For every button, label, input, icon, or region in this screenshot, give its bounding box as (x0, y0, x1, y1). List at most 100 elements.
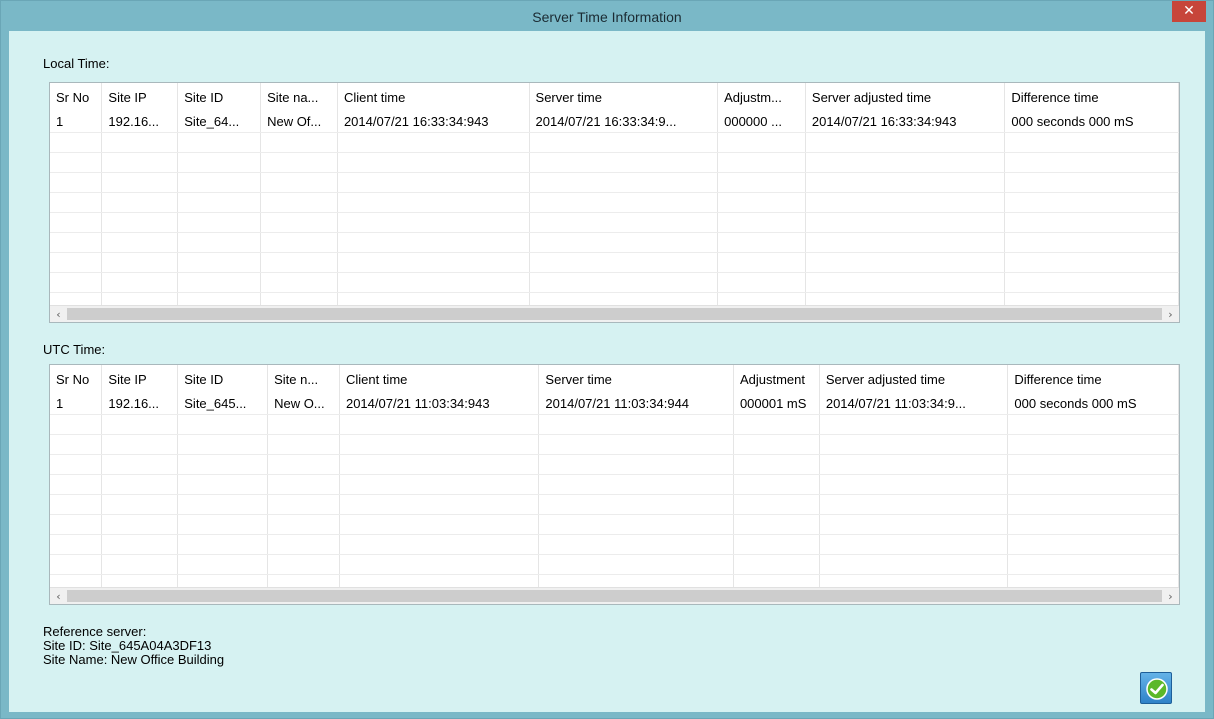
scroll-thumb[interactable] (67, 590, 1162, 602)
empty-cell (50, 474, 103, 495)
empty-cell (50, 192, 103, 213)
empty-cell (819, 534, 1009, 555)
column-header[interactable]: Site ID (177, 83, 262, 112)
empty-row (50, 232, 1179, 253)
empty-cell (1007, 554, 1179, 575)
reference-server-info: Reference server: Site ID: Site_645A04A3… (43, 625, 224, 667)
empty-row (50, 252, 1179, 273)
column-header[interactable]: Server adjusted time (805, 83, 1006, 112)
empty-cell (805, 152, 1006, 173)
scroll-right-icon[interactable]: › (1162, 306, 1179, 322)
empty-cell (177, 534, 269, 555)
empty-cell (733, 534, 820, 555)
table-cell: 192.16... (101, 394, 179, 415)
empty-row (50, 514, 1179, 535)
empty-cell (529, 152, 719, 173)
empty-cell (805, 232, 1006, 253)
empty-row (50, 434, 1179, 455)
empty-cell (339, 554, 540, 575)
column-header[interactable]: Server adjusted time (819, 365, 1009, 394)
utc-horizontal-scrollbar[interactable]: ‹ › (50, 587, 1179, 604)
empty-cell (101, 554, 179, 575)
empty-cell (529, 212, 719, 233)
empty-cell (267, 514, 340, 535)
column-header[interactable]: Sr No (50, 83, 103, 112)
empty-cell (50, 514, 103, 535)
empty-row (50, 132, 1179, 153)
column-header[interactable]: Sr No (50, 365, 103, 394)
empty-cell (177, 232, 262, 253)
column-header[interactable]: Adjustment (733, 365, 820, 394)
title-bar[interactable]: Server Time Information ✕ (1, 1, 1213, 31)
column-header[interactable]: Site IP (101, 365, 179, 394)
column-header[interactable]: Site na... (260, 83, 338, 112)
empty-cell (1007, 474, 1179, 495)
table-cell: 1 (50, 112, 103, 133)
empty-cell (50, 252, 103, 273)
column-header[interactable]: Site IP (101, 83, 179, 112)
empty-cell (101, 252, 179, 273)
empty-cell (339, 434, 540, 455)
ok-button[interactable] (1140, 672, 1172, 704)
scroll-thumb[interactable] (67, 308, 1162, 320)
empty-cell (101, 132, 179, 153)
scroll-right-icon[interactable]: › (1162, 588, 1179, 604)
column-header[interactable]: Difference time (1004, 83, 1179, 112)
empty-cell (538, 474, 734, 495)
empty-cell (50, 554, 103, 575)
empty-cell (819, 494, 1009, 515)
empty-cell (538, 534, 734, 555)
column-header[interactable]: Client time (339, 365, 540, 394)
empty-cell (339, 454, 540, 475)
empty-cell (339, 514, 540, 535)
column-header[interactable]: Server time (529, 83, 719, 112)
empty-cell (50, 172, 103, 193)
empty-cell (337, 152, 530, 173)
empty-cell (101, 534, 179, 555)
empty-cell (267, 474, 340, 495)
close-button[interactable]: ✕ (1172, 1, 1206, 22)
empty-cell (50, 132, 103, 153)
utc-time-grid[interactable]: Sr No Site IP Site ID Site n... Client time S… (49, 364, 1180, 605)
empty-cell (529, 132, 719, 153)
empty-cell (733, 494, 820, 515)
empty-cell (50, 232, 103, 253)
empty-cell (819, 434, 1009, 455)
column-header[interactable]: Client time (337, 83, 530, 112)
empty-cell (717, 272, 806, 293)
empty-cell (733, 514, 820, 535)
empty-cell (177, 434, 269, 455)
empty-cell (717, 172, 806, 193)
column-header[interactable]: Server time (538, 365, 734, 394)
empty-cell (717, 132, 806, 153)
reference-site-id: Site ID: Site_645A04A3DF13 (43, 638, 212, 653)
empty-cell (819, 554, 1009, 575)
empty-cell (1004, 272, 1179, 293)
empty-row (50, 172, 1179, 193)
empty-cell (339, 494, 540, 515)
local-time-grid[interactable]: Sr No Site IP Site ID Site na... Client time… (49, 82, 1180, 323)
local-horizontal-scrollbar[interactable]: ‹ › (50, 305, 1179, 322)
column-header[interactable]: Site n... (267, 365, 340, 394)
table-cell: 2014/07/21 16:33:34:943 (337, 112, 530, 133)
empty-row (50, 152, 1179, 173)
column-header[interactable]: Adjustm... (717, 83, 806, 112)
column-header[interactable]: Difference time (1007, 365, 1179, 394)
table-cell: Site_64... (177, 112, 262, 133)
empty-cell (101, 152, 179, 173)
scroll-left-icon[interactable]: ‹ (50, 306, 67, 322)
empty-cell (529, 192, 719, 213)
empty-cell (101, 232, 179, 253)
empty-row (50, 212, 1179, 233)
scroll-left-icon[interactable]: ‹ (50, 588, 67, 604)
window-title: Server Time Information (532, 9, 682, 25)
column-header[interactable]: Site ID (177, 365, 269, 394)
empty-cell (733, 414, 820, 435)
empty-row (50, 534, 1179, 555)
table-row[interactable]: 1 192.16... Site_645... New O... 2014/07/21 … (50, 394, 1179, 415)
empty-cell (50, 534, 103, 555)
empty-cell (177, 554, 269, 575)
empty-cell (538, 434, 734, 455)
table-row[interactable]: 1 192.16... Site_64... New Of... 2014/07/21 … (50, 112, 1179, 133)
empty-row (50, 494, 1179, 515)
